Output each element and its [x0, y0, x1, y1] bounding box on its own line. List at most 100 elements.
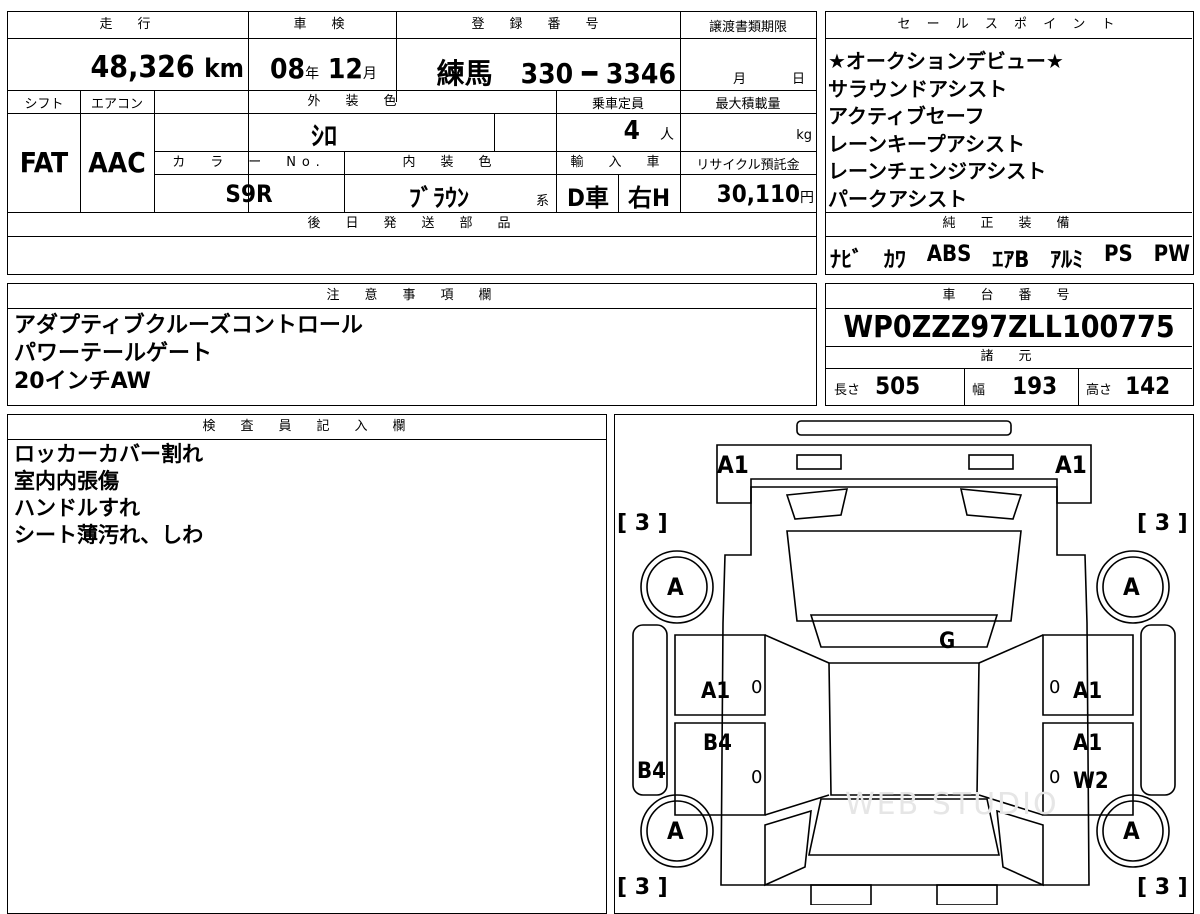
- mileage-unit: km: [204, 54, 244, 84]
- wheel-rear-left-label: A: [667, 817, 684, 845]
- chassis-number: WP0ZZZ97ZLL100775: [843, 310, 1175, 345]
- shift-value: FAT: [19, 146, 69, 179]
- deadline-header: 譲渡書類期限: [708, 20, 787, 35]
- vehicle-info-table: 走 行 車 検 登 録 番 号 譲渡書類期限 48,326 km 08年 12月…: [7, 11, 817, 275]
- sales-points-list: ★オークションデビュー★ サラウンドアシスト アクティブセーフ レーンキープアシ…: [828, 48, 1190, 213]
- spec-height: 高さ 142: [1086, 372, 1170, 400]
- aircon-header: エアコン: [90, 97, 143, 112]
- inspection-header: 車 検: [293, 17, 351, 32]
- deadline-month: 月: [733, 72, 747, 87]
- car-diagram: A1 A1 [ 3 ] [ 3 ] [ 3 ] [ 3 ] A A A A G …: [614, 414, 1194, 914]
- mileage-value: 48,326 km: [8, 50, 244, 85]
- label-front-right: A1: [1055, 451, 1087, 479]
- max-load-unit: kg: [796, 128, 812, 143]
- sales-points-box: セ ー ル ス ポ イ ン ト ★オークションデビュー★ サラウンドアシスト ア…: [825, 11, 1194, 275]
- recycle-unit: 円: [800, 190, 814, 206]
- interior-suffix: 系: [536, 194, 550, 209]
- sales-point: レーンキープアシスト: [828, 131, 1025, 156]
- handle-side: 右H: [627, 184, 671, 212]
- interior-color-header: 内 装 色: [402, 155, 498, 170]
- height-label: 高さ: [1086, 383, 1113, 398]
- spec-width: 幅 193: [972, 372, 1057, 400]
- inspector-note: ロッカーカバー割れ: [14, 442, 203, 466]
- height-value: 142: [1125, 372, 1171, 400]
- bracket-bottom-left: [ 3 ]: [617, 875, 668, 900]
- label-rocker-left: B4: [637, 759, 666, 784]
- equipment-item: ｱﾙﾐ: [1050, 248, 1084, 273]
- label-door-front-right: A1: [1073, 679, 1103, 704]
- import-header: 輸 入 車: [570, 155, 666, 170]
- watermark: WEB STUDIO: [845, 787, 1059, 822]
- inspector-note: ハンドルすれ: [14, 496, 140, 520]
- sales-point: レーンチェンジアシスト: [828, 159, 1047, 183]
- notes-box: 注 意 事 項 欄 アダプティブクルーズコントロール パワーテールゲート 20イ…: [7, 283, 817, 406]
- sales-point: サラウンドアシスト: [828, 76, 1008, 101]
- equipment-item: PW: [1153, 242, 1190, 267]
- note-item: パワーテールゲート: [14, 341, 213, 366]
- recycle-header: リサイクル預託金: [696, 158, 800, 173]
- equipment-item: ｶﾜ: [883, 248, 906, 273]
- spec-length: 長さ 505: [834, 372, 920, 400]
- import-type: D車: [567, 184, 609, 212]
- notes-header: 注 意 事 項 欄: [326, 288, 498, 303]
- width-label: 幅: [972, 383, 986, 398]
- recycle-number: 30,110: [716, 180, 800, 208]
- month-unit: 月: [362, 66, 377, 82]
- color-no-header: カ ラ ー No.: [172, 155, 326, 170]
- label-door-rear-right-1: A1: [1073, 731, 1103, 756]
- later-parts-header: 後 日 発 送 部 品: [307, 216, 517, 231]
- specs-header: 諸 元: [980, 349, 1038, 364]
- zero-front-left: 0: [751, 677, 763, 698]
- mileage-number: 48,326: [90, 50, 195, 85]
- shift-header: シフト: [24, 97, 64, 112]
- genuine-equipment-list: ﾅﾋﾞ ｶﾜ ABS ｴｱB ｱﾙﾐ PS PW: [830, 242, 1190, 274]
- color-no-value: S9R: [225, 180, 273, 208]
- chassis-header: 車 台 番 号: [942, 288, 1076, 303]
- zero-front-right: 0: [1049, 677, 1061, 698]
- deadline-day: 日: [792, 72, 806, 87]
- sales-points-header: セ ー ル ス ポ イ ン ト: [897, 17, 1121, 32]
- inspector-note: シート薄汚れ、しわ: [14, 523, 204, 547]
- chassis-box: 車 台 番 号 WP0ZZZ97ZLL100775 諸 元 長さ 505 幅 1…: [825, 283, 1194, 406]
- zero-rear-left: 0: [751, 767, 763, 788]
- sales-point: アクティブセーフ: [828, 104, 985, 128]
- notes-list: アダプティブクルーズコントロール パワーテールゲート 20インチAW: [14, 312, 363, 396]
- capacity-value: 4 人: [556, 116, 674, 146]
- exterior-color-value: ｼﾛ: [310, 122, 337, 152]
- plate-number: 練馬 330 ━ 3346: [436, 57, 676, 90]
- recycle-fee: 30,110円: [680, 180, 814, 208]
- equipment-item: PS: [1104, 242, 1133, 267]
- max-load-header: 最大積載量: [715, 97, 781, 112]
- inspector-box: 検 査 員 記 入 欄 ロッカーカバー割れ 室内内張傷 ハンドルすれ シート薄汚…: [7, 414, 607, 914]
- note-item: アダプティブクルーズコントロール: [14, 313, 363, 338]
- wheel-front-right-label: A: [1123, 573, 1140, 601]
- zero-rear-right: 0: [1049, 767, 1061, 788]
- capacity-number: 4: [623, 116, 640, 146]
- inspection-date: 08年 12月: [270, 52, 400, 85]
- equipment-item: ｴｱB: [992, 248, 1030, 273]
- equipment-item: ABS: [926, 242, 972, 267]
- interior-color-value: ﾌﾞﾗｳﾝ: [409, 184, 469, 212]
- capacity-header: 乗車定員: [591, 97, 644, 112]
- length-value: 505: [875, 372, 921, 400]
- car-outline: [632, 420, 1176, 905]
- year-unit: 年: [305, 66, 320, 82]
- label-door-rear-left: B4: [703, 731, 732, 756]
- label-door-front-left: A1: [701, 679, 731, 704]
- sales-point: パークアシスト: [828, 186, 968, 211]
- inspection-month: 12: [327, 52, 363, 85]
- label-glass: G: [939, 629, 956, 654]
- width-value: 193: [1012, 372, 1058, 400]
- inspection-year: 08: [270, 52, 306, 85]
- wheel-rear-right-label: A: [1123, 817, 1140, 845]
- registration-header: 登 録 番 号: [471, 17, 605, 32]
- length-label: 長さ: [834, 383, 861, 398]
- aircon-value: AAC: [88, 146, 146, 179]
- genuine-equipment-header: 純 正 装 備: [942, 216, 1076, 231]
- inspector-header: 検 査 員 記 入 欄: [202, 419, 412, 434]
- mileage-header: 走 行: [99, 17, 157, 32]
- exterior-color-header: 外 装 色: [307, 94, 403, 109]
- bracket-top-left: [ 3 ]: [617, 511, 668, 536]
- equipment-item: ﾅﾋﾞ: [830, 248, 864, 273]
- capacity-unit: 人: [660, 127, 674, 143]
